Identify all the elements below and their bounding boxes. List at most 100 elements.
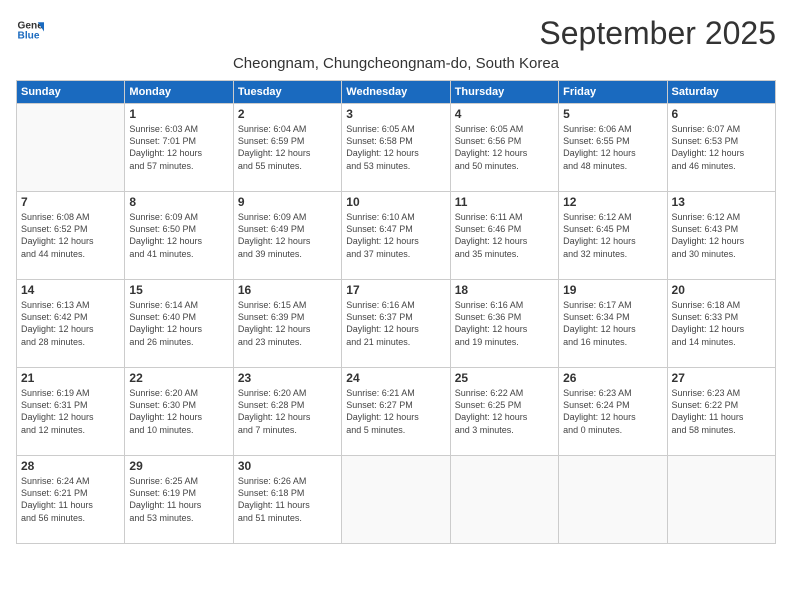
calendar-cell: 2 Sunrise: 6:04 AM Sunset: 6:59 PM Daylig… (233, 104, 341, 192)
day-info: Sunrise: 6:23 AM Sunset: 6:24 PM Dayligh… (563, 387, 662, 436)
col-header-thursday: Thursday (450, 81, 558, 104)
calendar-cell: 8 Sunrise: 6:09 AM Sunset: 6:50 PM Daylig… (125, 192, 233, 280)
day-info: Sunrise: 6:08 AM Sunset: 6:52 PM Dayligh… (21, 211, 120, 260)
calendar-cell: 25 Sunrise: 6:22 AM Sunset: 6:25 PM Dayli… (450, 368, 558, 456)
day-info: Sunrise: 6:18 AM Sunset: 6:33 PM Dayligh… (672, 299, 771, 348)
week-row: 7 Sunrise: 6:08 AM Sunset: 6:52 PM Daylig… (17, 192, 776, 280)
day-number: 10 (346, 195, 445, 209)
day-info: Sunrise: 6:05 AM Sunset: 6:56 PM Dayligh… (455, 123, 554, 172)
day-number: 8 (129, 195, 228, 209)
calendar-cell: 15 Sunrise: 6:14 AM Sunset: 6:40 PM Dayli… (125, 280, 233, 368)
calendar-cell (450, 456, 558, 544)
day-number: 12 (563, 195, 662, 209)
day-number: 3 (346, 107, 445, 121)
week-row: 1 Sunrise: 6:03 AM Sunset: 7:01 PM Daylig… (17, 104, 776, 192)
day-info: Sunrise: 6:09 AM Sunset: 6:49 PM Dayligh… (238, 211, 337, 260)
day-number: 7 (21, 195, 120, 209)
calendar-cell: 6 Sunrise: 6:07 AM Sunset: 6:53 PM Daylig… (667, 104, 775, 192)
logo-icon: General Blue (16, 16, 44, 44)
calendar-cell: 21Sunrise: 6:19 AM Sunset: 6:31 PM Dayli… (17, 368, 125, 456)
day-number: 5 (563, 107, 662, 121)
calendar-cell: 28 Sunrise: 6:24 AM Sunset: 6:21 PM Dayli… (17, 456, 125, 544)
day-info: Sunrise: 6:14 AM Sunset: 6:40 PM Dayligh… (129, 299, 228, 348)
calendar-table: SundayMondayTuesdayWednesdayThursdayFrid… (16, 80, 776, 544)
day-info: Sunrise: 6:21 AM Sunset: 6:27 PM Dayligh… (346, 387, 445, 436)
day-info: Sunrise: 6:25 AM Sunset: 6:19 PM Dayligh… (129, 475, 228, 524)
header-row: SundayMondayTuesdayWednesdayThursdayFrid… (17, 81, 776, 104)
day-info: Sunrise: 6:20 AM Sunset: 6:28 PM Dayligh… (238, 387, 337, 436)
day-number: 26 (563, 371, 662, 385)
calendar-cell: 26 Sunrise: 6:23 AM Sunset: 6:24 PM Dayli… (559, 368, 667, 456)
calendar-cell: 27Sunrise: 6:23 AM Sunset: 6:22 PM Dayli… (667, 368, 775, 456)
location-subtitle: Cheongnam, Chungcheongnam-do, South Kore… (16, 55, 776, 72)
col-header-tuesday: Tuesday (233, 81, 341, 104)
day-info: Sunrise: 6:12 AM Sunset: 6:43 PM Dayligh… (672, 211, 771, 260)
day-number: 17 (346, 283, 445, 297)
day-info: Sunrise: 6:03 AM Sunset: 7:01 PM Dayligh… (129, 123, 228, 172)
logo: General Blue (16, 16, 44, 44)
day-info: Sunrise: 6:16 AM Sunset: 6:36 PM Dayligh… (455, 299, 554, 348)
week-row: 21Sunrise: 6:19 AM Sunset: 6:31 PM Dayli… (17, 368, 776, 456)
col-header-monday: Monday (125, 81, 233, 104)
calendar-cell: 14 Sunrise: 6:13 AM Sunset: 6:42 PM Dayli… (17, 280, 125, 368)
day-info: Sunrise: 6:05 AM Sunset: 6:58 PM Dayligh… (346, 123, 445, 172)
day-number: 2 (238, 107, 337, 121)
day-number: 20 (672, 283, 771, 297)
calendar-cell: 29 Sunrise: 6:25 AM Sunset: 6:19 PM Dayli… (125, 456, 233, 544)
calendar-cell (17, 104, 125, 192)
calendar-cell: 13Sunrise: 6:12 AM Sunset: 6:43 PM Dayli… (667, 192, 775, 280)
day-info: Sunrise: 6:24 AM Sunset: 6:21 PM Dayligh… (21, 475, 120, 524)
calendar-cell: 5 Sunrise: 6:06 AM Sunset: 6:55 PM Daylig… (559, 104, 667, 192)
day-number: 16 (238, 283, 337, 297)
calendar-cell: 10 Sunrise: 6:10 AM Sunset: 6:47 PM Dayli… (342, 192, 450, 280)
day-number: 14 (21, 283, 120, 297)
calendar-cell: 9 Sunrise: 6:09 AM Sunset: 6:49 PM Daylig… (233, 192, 341, 280)
calendar-cell: 7 Sunrise: 6:08 AM Sunset: 6:52 PM Daylig… (17, 192, 125, 280)
day-number: 4 (455, 107, 554, 121)
day-info: Sunrise: 6:04 AM Sunset: 6:59 PM Dayligh… (238, 123, 337, 172)
calendar-cell: 17 Sunrise: 6:16 AM Sunset: 6:37 PM Dayli… (342, 280, 450, 368)
col-header-friday: Friday (559, 81, 667, 104)
day-number: 25 (455, 371, 554, 385)
day-number: 9 (238, 195, 337, 209)
day-info: Sunrise: 6:20 AM Sunset: 6:30 PM Dayligh… (129, 387, 228, 436)
calendar-cell: 22 Sunrise: 6:20 AM Sunset: 6:30 PM Dayli… (125, 368, 233, 456)
day-info: Sunrise: 6:26 AM Sunset: 6:18 PM Dayligh… (238, 475, 337, 524)
day-number: 21 (21, 371, 120, 385)
svg-text:Blue: Blue (18, 31, 40, 42)
day-number: 6 (672, 107, 771, 121)
month-title: September 2025 (539, 16, 776, 51)
day-number: 18 (455, 283, 554, 297)
day-info: Sunrise: 6:15 AM Sunset: 6:39 PM Dayligh… (238, 299, 337, 348)
col-header-saturday: Saturday (667, 81, 775, 104)
calendar-cell: 16 Sunrise: 6:15 AM Sunset: 6:39 PM Dayli… (233, 280, 341, 368)
title-area: September 2025 (539, 16, 776, 51)
day-number: 30 (238, 459, 337, 473)
day-number: 15 (129, 283, 228, 297)
day-number: 29 (129, 459, 228, 473)
day-info: Sunrise: 6:16 AM Sunset: 6:37 PM Dayligh… (346, 299, 445, 348)
day-info: Sunrise: 6:17 AM Sunset: 6:34 PM Dayligh… (563, 299, 662, 348)
day-info: Sunrise: 6:23 AM Sunset: 6:22 PM Dayligh… (672, 387, 771, 436)
day-number: 11 (455, 195, 554, 209)
week-row: 28 Sunrise: 6:24 AM Sunset: 6:21 PM Dayli… (17, 456, 776, 544)
calendar-cell (342, 456, 450, 544)
calendar-cell: 23Sunrise: 6:20 AM Sunset: 6:28 PM Dayli… (233, 368, 341, 456)
day-info: Sunrise: 6:07 AM Sunset: 6:53 PM Dayligh… (672, 123, 771, 172)
day-number: 22 (129, 371, 228, 385)
day-number: 1 (129, 107, 228, 121)
day-number: 19 (563, 283, 662, 297)
day-info: Sunrise: 6:22 AM Sunset: 6:25 PM Dayligh… (455, 387, 554, 436)
day-info: Sunrise: 6:13 AM Sunset: 6:42 PM Dayligh… (21, 299, 120, 348)
day-number: 24 (346, 371, 445, 385)
calendar-cell: 19 Sunrise: 6:17 AM Sunset: 6:34 PM Dayli… (559, 280, 667, 368)
calendar-cell: 12 Sunrise: 6:12 AM Sunset: 6:45 PM Dayli… (559, 192, 667, 280)
calendar-cell: 30 Sunrise: 6:26 AM Sunset: 6:18 PM Dayli… (233, 456, 341, 544)
day-info: Sunrise: 6:06 AM Sunset: 6:55 PM Dayligh… (563, 123, 662, 172)
day-info: Sunrise: 6:10 AM Sunset: 6:47 PM Dayligh… (346, 211, 445, 260)
day-info: Sunrise: 6:09 AM Sunset: 6:50 PM Dayligh… (129, 211, 228, 260)
day-info: Sunrise: 6:12 AM Sunset: 6:45 PM Dayligh… (563, 211, 662, 260)
col-header-sunday: Sunday (17, 81, 125, 104)
day-number: 28 (21, 459, 120, 473)
calendar-cell: 3 Sunrise: 6:05 AM Sunset: 6:58 PM Daylig… (342, 104, 450, 192)
